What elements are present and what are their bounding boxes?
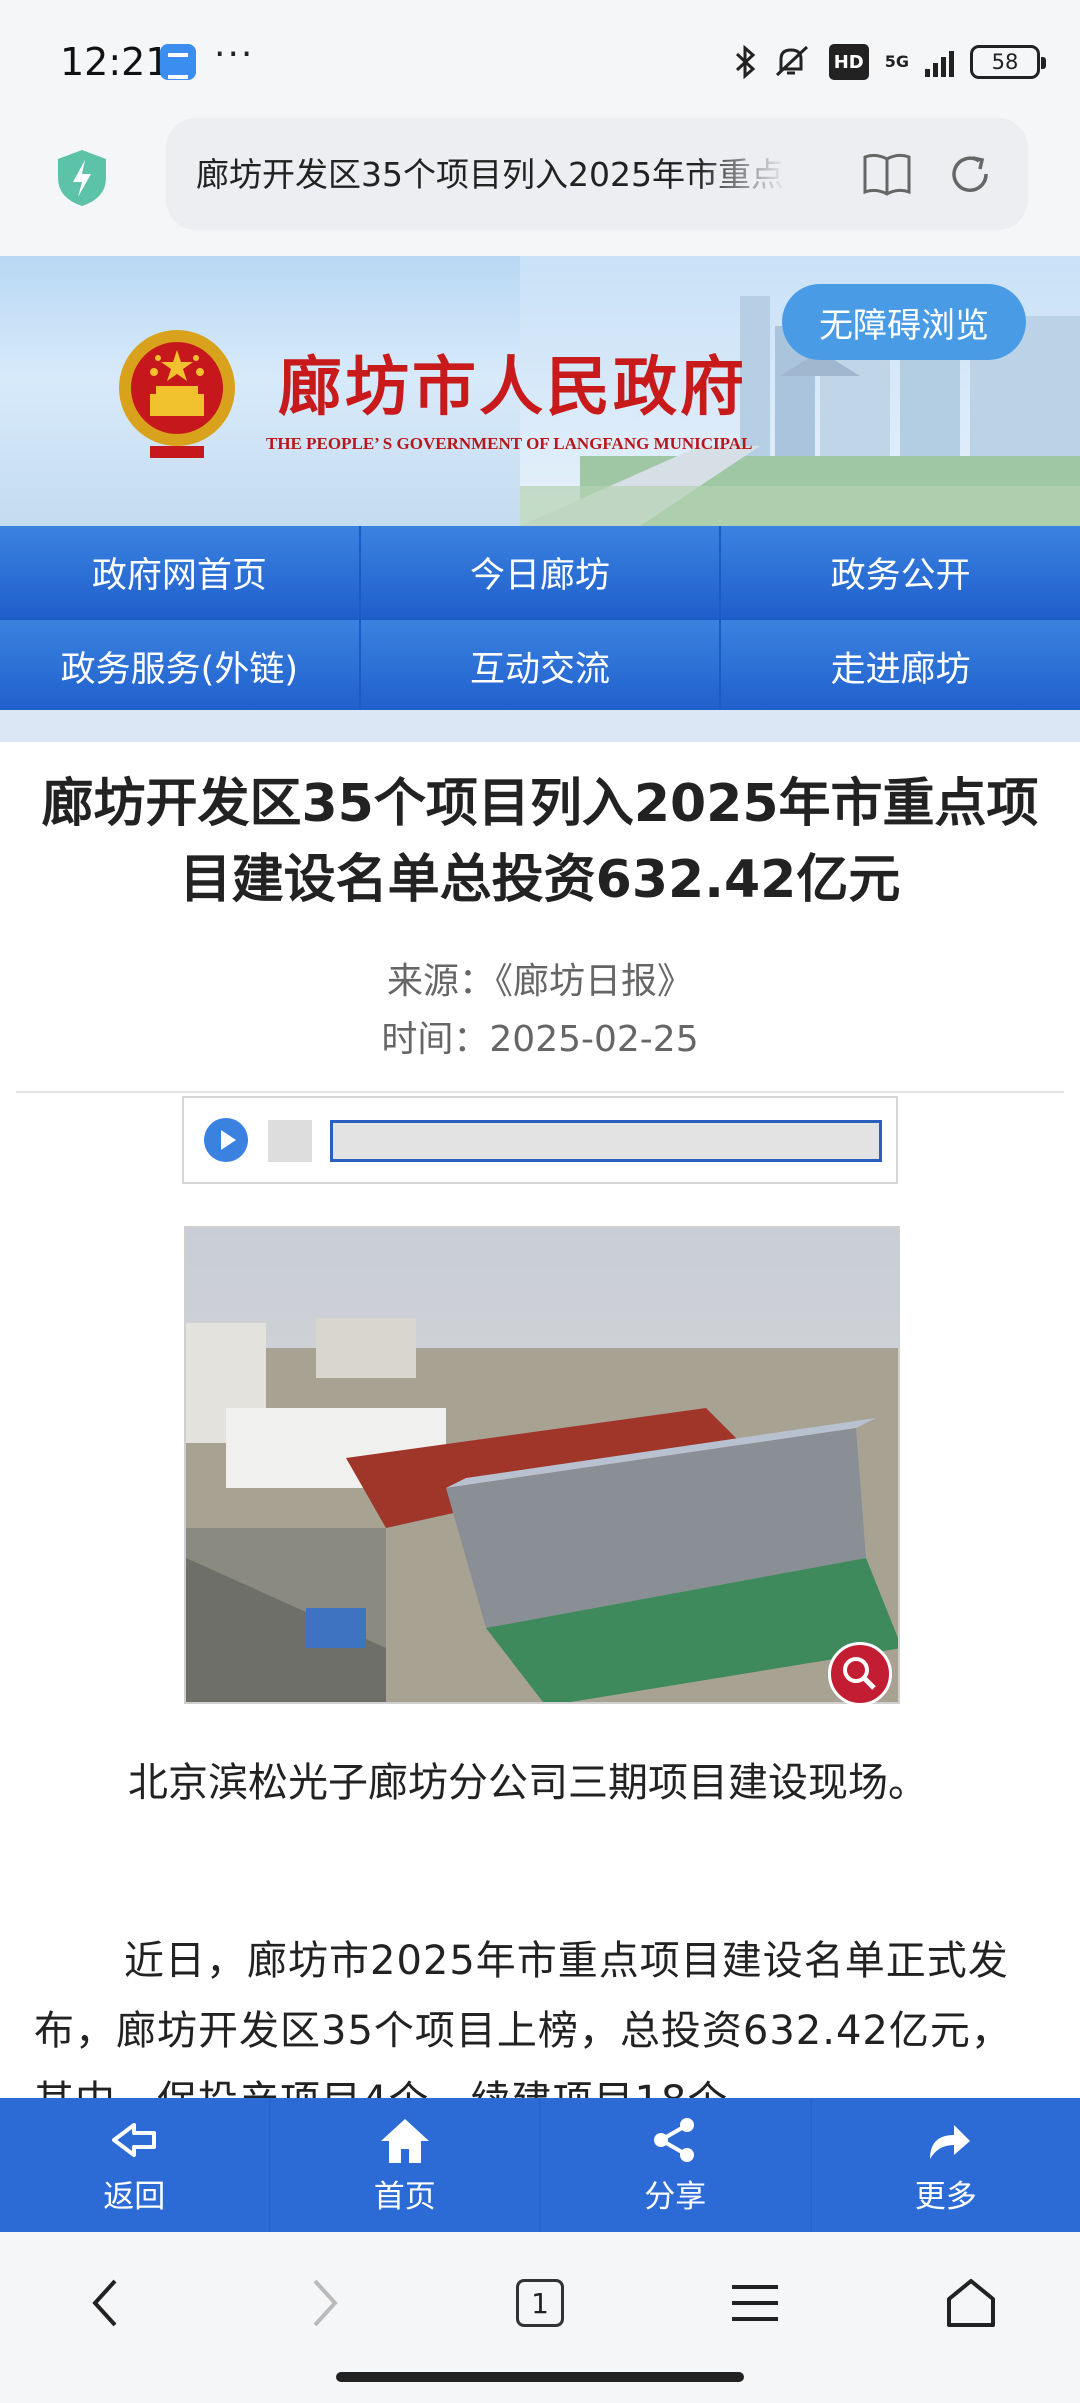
reload-icon[interactable] [946,150,994,198]
status-bar: 12:21 ··· HD 5G 58 [0,0,1080,118]
browser-address-area: 廊坊开发区35个项目列入2025年市重点项目建设名单总投资632.42亿元 [0,118,1080,256]
home-icon [380,2118,429,2163]
accessibility-button[interactable]: 无障碍浏览 [782,284,1026,360]
bluetooth-icon [733,44,757,80]
stop-icon[interactable] [268,1120,312,1162]
page-action-bar: 返回 首页 分享 更多 [0,2098,1080,2232]
nav-item-gov-affairs-open[interactable]: 政务公开 [721,526,1080,618]
mute-icon [773,44,813,80]
status-icons: HD 5G 58 [733,42,1046,82]
forward-arrow-icon [929,2124,970,2159]
security-shield-icon[interactable] [56,148,108,208]
share-icon [654,2117,695,2162]
battery-icon: 58 [970,45,1046,79]
photo-caption: 北京滨松光子廊坊分公司三期项目建设现场。 [128,1760,928,1806]
reader-mode-icon[interactable] [862,152,912,196]
app-notification-icon [160,44,196,80]
main-nav: 政府网首页 今日廊坊 政务公开 政务服务(外链) 互动交流 走进廊坊 [0,526,1080,712]
nav-item-about-langfang[interactable]: 走进廊坊 [721,620,1080,712]
nav-item-gov-home[interactable]: 政府网首页 [0,526,359,618]
chevron-right-icon [313,2279,338,2327]
hd-icon: HD [828,44,869,80]
nav-item-interaction[interactable]: 互动交流 [360,620,720,712]
audio-progress-bar[interactable] [330,1120,882,1162]
site-banner: 廊坊市人民政府 THE PEOPLE’ S GOVERNMENT OF LANG… [0,256,1080,526]
audio-player [182,1096,898,1184]
tabs-button[interactable]: 1 [505,2268,575,2338]
share-action-button[interactable]: 分享 [541,2098,810,2232]
nav-item-today-langfang[interactable]: 今日廊坊 [360,526,720,618]
back-action-button[interactable]: 返回 [0,2098,269,2232]
nav-item-gov-services[interactable]: 政务服务(外链) [0,620,359,712]
status-time: 12:21 [60,40,170,84]
gesture-home-indicator[interactable] [336,2372,744,2382]
browser-menu-button[interactable] [720,2268,790,2338]
back-label: 返回 [103,2178,166,2215]
national-emblem-logo [119,330,235,458]
home-label: 首页 [373,2178,436,2215]
article-photo[interactable] [184,1226,900,1704]
construction-site-image [186,1228,898,1702]
tab-count: 1 [516,2279,564,2327]
signal-icon [925,47,954,77]
site-title: 廊坊市人民政府 [278,350,747,425]
back-arrow-icon [112,2122,157,2157]
chevron-left-icon [92,2279,117,2327]
more-label: 更多 [914,2178,977,2215]
more-notifications-icon: ··· [214,34,255,75]
article-title: 廊坊开发区35个项目列入2025年市重点项目建设名单总投资632.42亿元 [41,774,1039,910]
more-action-button[interactable]: 更多 [811,2098,1080,2232]
article-time: 时间：2025-02-25 [381,1019,699,1060]
url-text[interactable]: 廊坊开发区35个项目列入2025年市重点项目建设名单总投资632.42亿元 [196,148,786,196]
network-type-icon: 5G [884,52,909,71]
browser-home-button[interactable] [936,2268,1006,2338]
site-subtitle: THE PEOPLE’ S GOVERNMENT OF LANGFANG MUN… [266,434,753,453]
zoom-image-icon[interactable] [828,1642,892,1706]
share-label: 分享 [644,2178,707,2215]
browser-forward-button[interactable] [290,2268,360,2338]
menu-icon [732,2285,778,2321]
article-source: 来源：《廊坊日报》 [386,961,693,1002]
browser-back-button[interactable] [70,2268,140,2338]
nav-divider-strip [0,710,1080,742]
home-action-button[interactable]: 首页 [270,2098,539,2232]
home-outline-icon [947,2279,995,2327]
article-divider [16,1091,1064,1093]
url-bar[interactable]: 廊坊开发区35个项目列入2025年市重点项目建设名单总投资632.42亿元 [166,118,1028,230]
play-icon[interactable] [204,1118,248,1162]
